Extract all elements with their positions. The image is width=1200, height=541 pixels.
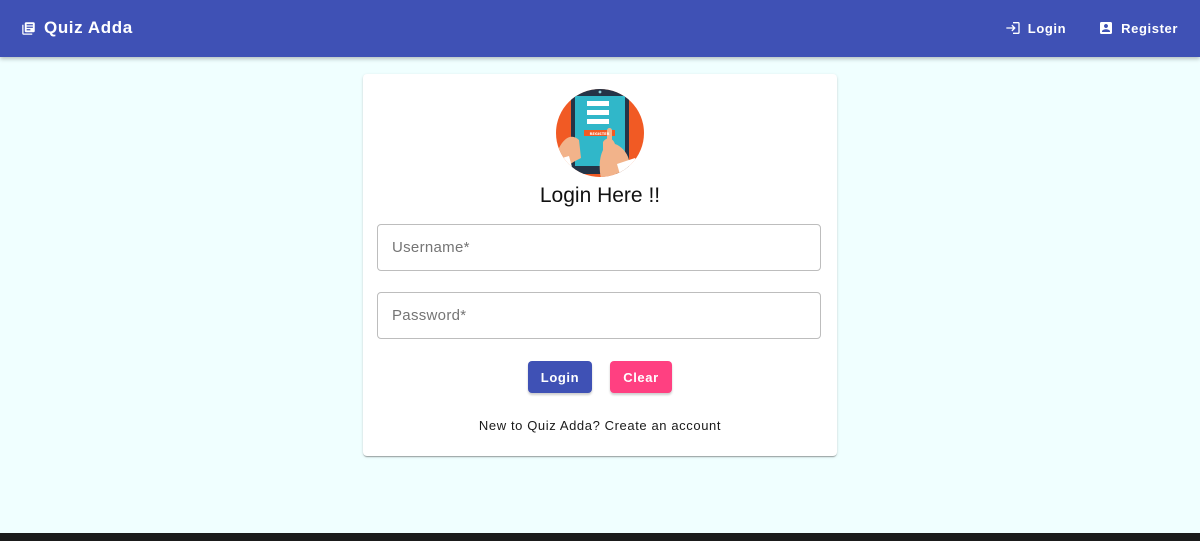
signup-prompt: New to Quiz Adda? Create an account bbox=[363, 418, 837, 433]
username-placeholder: Username* bbox=[392, 239, 470, 256]
tablet-register-illustration: REGISTER bbox=[556, 89, 644, 177]
username-field[interactable]: Username* bbox=[377, 224, 821, 271]
library-books-icon bbox=[22, 21, 35, 35]
nav-register-button[interactable]: Register bbox=[1098, 16, 1178, 40]
signup-prompt-text: New to Quiz Adda? bbox=[478, 418, 601, 433]
nav-login-button[interactable]: Login bbox=[1005, 16, 1066, 40]
password-placeholder: Password* bbox=[392, 307, 467, 324]
nav-actions: Login Register bbox=[1005, 16, 1178, 40]
login-title: Login Here !! bbox=[539, 184, 661, 207]
password-field[interactable]: Password* bbox=[377, 292, 821, 339]
brand[interactable]: Quiz Adda bbox=[21, 17, 133, 39]
login-icon bbox=[1006, 22, 1020, 34]
bottom-bar bbox=[0, 533, 1200, 541]
app-title: Quiz Adda bbox=[44, 18, 133, 37]
top-navbar: Quiz Adda Login Register bbox=[0, 0, 1200, 57]
account-box-icon bbox=[1100, 22, 1113, 34]
login-card: REGISTER Login Here !! Username* Passwor… bbox=[363, 74, 837, 456]
clear-button[interactable]: Clear bbox=[610, 361, 672, 393]
nav-login-label: Login bbox=[1027, 20, 1067, 36]
create-account-link[interactable]: Create an account bbox=[605, 418, 721, 433]
illustration-badge: REGISTER bbox=[590, 132, 610, 136]
nav-register-label: Register bbox=[1121, 20, 1178, 36]
login-button[interactable]: Login bbox=[528, 361, 592, 393]
